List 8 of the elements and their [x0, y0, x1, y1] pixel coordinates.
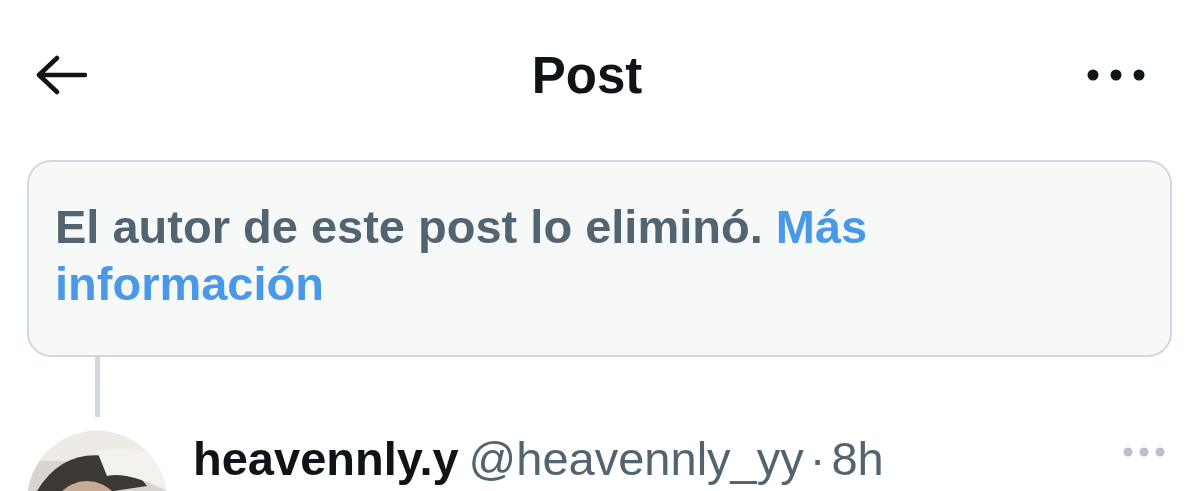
page-title: Post	[531, 45, 643, 105]
post-time[interactable]: 8h	[831, 431, 884, 486]
back-arrow-icon[interactable]	[35, 55, 87, 95]
more-icon[interactable]	[1087, 69, 1145, 81]
author-handle[interactable]: @heavennly_yy	[468, 431, 804, 486]
author-name[interactable]: heavennly.y	[193, 431, 459, 486]
notice-text: El autor de este post lo eliminó. Más información	[55, 199, 869, 312]
separator: ·	[809, 431, 826, 486]
